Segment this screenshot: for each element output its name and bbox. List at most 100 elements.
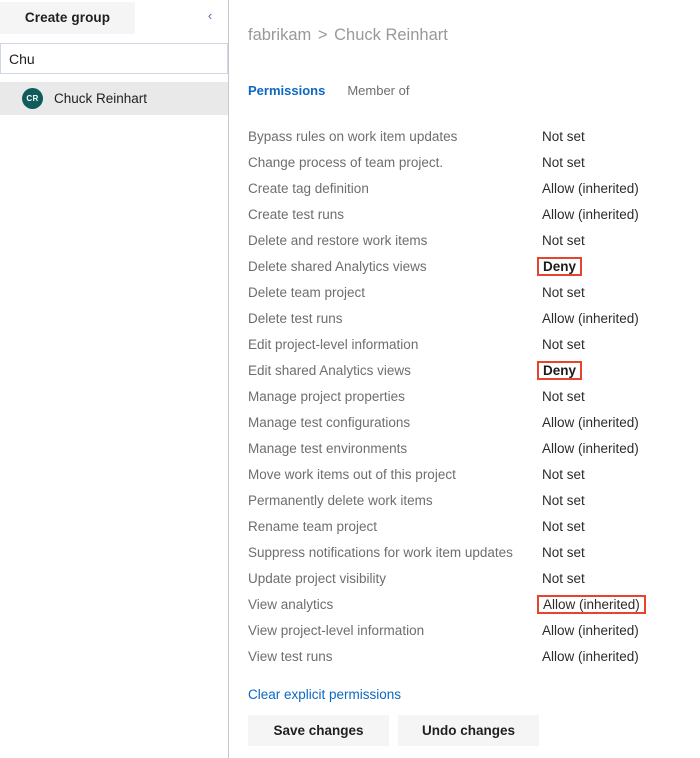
permission-name: View test runs bbox=[248, 648, 333, 664]
permission-value-cell: Allow (inherited) bbox=[539, 617, 693, 643]
permission-value-highlighted[interactable]: Deny bbox=[537, 360, 583, 380]
sidebar-toolbar: Create group ‹ bbox=[0, 0, 228, 36]
table-row: Edit shared Analytics views Deny bbox=[248, 357, 693, 383]
list-item[interactable]: CR Chuck Reinhart bbox=[0, 82, 228, 115]
content-pane: fabrikam > Chuck Reinhart Permissions Me… bbox=[229, 0, 700, 758]
permission-value[interactable]: Allow (inherited) bbox=[539, 414, 642, 431]
permission-name: Delete and restore work items bbox=[248, 232, 428, 248]
table-row: Delete shared Analytics views Deny bbox=[248, 253, 693, 279]
permission-value-cell: Not set bbox=[539, 149, 693, 175]
breadcrumb-org[interactable]: fabrikam bbox=[248, 26, 311, 44]
action-bar: Save changes Undo changes bbox=[248, 715, 539, 746]
permission-name: Move work items out of this project bbox=[248, 466, 456, 482]
table-row: Delete test runs Allow (inherited) bbox=[248, 305, 693, 331]
permission-value-cell: Allow (inherited) bbox=[537, 591, 693, 617]
permission-value[interactable]: Not set bbox=[539, 336, 588, 353]
table-row: View test runs Allow (inherited) bbox=[248, 643, 693, 669]
permission-value[interactable]: Not set bbox=[539, 544, 588, 561]
permission-value-cell: Allow (inherited) bbox=[539, 305, 693, 331]
table-row: Delete team project Not set bbox=[248, 279, 693, 305]
permission-value-cell: Not set bbox=[539, 513, 693, 539]
permission-value-cell: Not set bbox=[539, 331, 693, 357]
search-input[interactable] bbox=[0, 43, 228, 74]
chevron-left-icon[interactable]: ‹ bbox=[202, 8, 218, 24]
permission-value-highlighted[interactable]: Deny bbox=[537, 256, 583, 276]
table-row: Create tag definition Allow (inherited) bbox=[248, 175, 693, 201]
avatar: CR bbox=[22, 88, 43, 109]
permission-value-cell: Allow (inherited) bbox=[539, 643, 693, 669]
permission-value-cell: Not set bbox=[539, 565, 693, 591]
permission-value-cell: Not set bbox=[539, 539, 693, 565]
tab-member-of[interactable]: Member of bbox=[347, 83, 409, 98]
list-item-label: Chuck Reinhart bbox=[54, 91, 148, 106]
table-row: Change process of team project. Not set bbox=[248, 149, 693, 175]
permission-value-cell: Not set bbox=[539, 227, 693, 253]
identity-sidebar: Create group ‹ CR Chuck Reinhart bbox=[0, 0, 229, 758]
permission-name: Manage test configurations bbox=[248, 414, 411, 430]
table-row: View analytics Allow (inherited) bbox=[248, 591, 693, 617]
permission-value[interactable]: Not set bbox=[539, 388, 588, 405]
clear-explicit-permissions-link[interactable]: Clear explicit permissions bbox=[248, 687, 401, 702]
permission-name: Delete team project bbox=[248, 284, 366, 300]
table-row: View project-level information Allow (inh… bbox=[248, 617, 693, 643]
table-row: Edit project-level information Not set bbox=[248, 331, 693, 357]
permission-value-cell: Allow (inherited) bbox=[539, 409, 693, 435]
permission-value-cell: Deny bbox=[537, 253, 693, 279]
table-row: Move work items out of this project Not s… bbox=[248, 461, 693, 487]
permission-name: Delete shared Analytics views bbox=[248, 258, 427, 274]
permission-name: Manage test environments bbox=[248, 440, 408, 456]
permission-value[interactable]: Allow (inherited) bbox=[539, 648, 642, 665]
permission-value-cell: Not set bbox=[539, 487, 693, 513]
permission-value[interactable]: Not set bbox=[539, 570, 588, 587]
permission-value-highlighted[interactable]: Allow (inherited) bbox=[537, 594, 646, 614]
permission-name: Suppress notifications for work item upd… bbox=[248, 544, 513, 560]
permission-value[interactable]: Not set bbox=[539, 518, 588, 535]
breadcrumb-current: Chuck Reinhart bbox=[334, 26, 448, 44]
permission-name: Manage project properties bbox=[248, 388, 405, 404]
permission-name: Permanently delete work items bbox=[248, 492, 433, 508]
table-row: Bypass rules on work item updates Not set bbox=[248, 123, 693, 149]
identity-list: CR Chuck Reinhart bbox=[0, 82, 228, 115]
permission-value[interactable]: Not set bbox=[539, 128, 588, 145]
permission-name: Bypass rules on work item updates bbox=[248, 128, 458, 144]
permission-name: Create test runs bbox=[248, 206, 345, 222]
search-field-wrapper bbox=[0, 43, 228, 74]
permission-value[interactable]: Allow (inherited) bbox=[539, 622, 642, 639]
permission-name: Delete test runs bbox=[248, 310, 343, 326]
permission-value[interactable]: Not set bbox=[539, 492, 588, 509]
table-row: Permanently delete work items Not set bbox=[248, 487, 693, 513]
permission-value-cell: Not set bbox=[539, 279, 693, 305]
table-row: Manage project properties Not set bbox=[248, 383, 693, 409]
permissions-table: Bypass rules on work item updates Not set… bbox=[248, 123, 693, 669]
permission-value[interactable]: Not set bbox=[539, 466, 588, 483]
permission-name: Update project visibility bbox=[248, 570, 387, 586]
permission-name: Rename team project bbox=[248, 518, 378, 534]
tab-permissions[interactable]: Permissions bbox=[248, 83, 325, 98]
permission-value[interactable]: Not set bbox=[539, 232, 588, 249]
permission-value-cell: Allow (inherited) bbox=[539, 435, 693, 461]
table-row: Rename team project Not set bbox=[248, 513, 693, 539]
permission-name: Edit project-level information bbox=[248, 336, 419, 352]
permission-value-cell: Not set bbox=[539, 123, 693, 149]
permission-value-cell: Deny bbox=[537, 357, 693, 383]
create-group-button[interactable]: Create group bbox=[0, 2, 135, 34]
permission-name: Create tag definition bbox=[248, 180, 369, 196]
permission-value[interactable]: Allow (inherited) bbox=[539, 180, 642, 197]
permission-value[interactable]: Allow (inherited) bbox=[539, 206, 642, 223]
table-row: Suppress notifications for work item upd… bbox=[248, 539, 693, 565]
permission-value-cell: Not set bbox=[539, 461, 693, 487]
permission-value[interactable]: Not set bbox=[539, 284, 588, 301]
undo-changes-button[interactable]: Undo changes bbox=[398, 715, 539, 746]
permission-value[interactable]: Allow (inherited) bbox=[539, 440, 642, 457]
save-changes-button[interactable]: Save changes bbox=[248, 715, 389, 746]
permission-value-cell: Not set bbox=[539, 383, 693, 409]
permission-name: View analytics bbox=[248, 596, 334, 612]
permission-value-cell: Allow (inherited) bbox=[539, 201, 693, 227]
permission-value[interactable]: Allow (inherited) bbox=[539, 310, 642, 327]
permission-name: Edit shared Analytics views bbox=[248, 362, 411, 378]
table-row: Manage test configurations Allow (inherit… bbox=[248, 409, 693, 435]
permission-name: View project-level information bbox=[248, 622, 425, 638]
permission-value[interactable]: Not set bbox=[539, 154, 588, 171]
table-row: Manage test environments Allow (inherited… bbox=[248, 435, 693, 461]
permission-value-cell: Allow (inherited) bbox=[539, 175, 693, 201]
